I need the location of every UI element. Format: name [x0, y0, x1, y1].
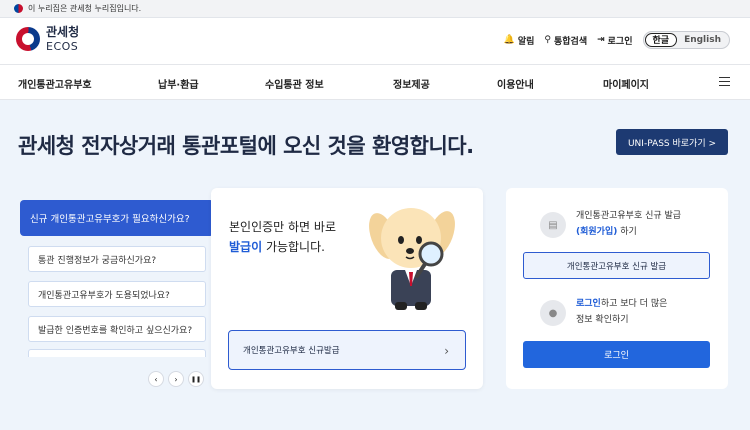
notifications-label: 알림: [517, 36, 535, 47]
new-customs-code-issue-label: 개인통관고유부호 신규발급: [243, 346, 340, 356]
nav-item-information[interactable]: 정보제공: [393, 76, 430, 91]
login-prompt-line1: 로그인하고 보다 더 많은: [576, 296, 667, 312]
issue-signup-text: 개인통관고유부호 신규 발급 (회원가입) 하기: [576, 208, 681, 240]
login-icon: ⇥: [597, 35, 605, 45]
faq-list: 통관 진행정보가 궁금하신가요? 개인통관고유부호가 도용되었나요? 발급한 인…: [28, 246, 206, 351]
issue-signup-line2-rest: 하기: [617, 227, 637, 237]
user-avatar-icon: ●: [540, 300, 566, 326]
lang-english-button[interactable]: English: [677, 33, 728, 47]
unipass-button[interactable]: UNI-PASS 바로가기 >: [616, 129, 728, 155]
faq-item[interactable]: 발급한 인증번호를 확인하고 싶으신가요?: [28, 316, 206, 342]
quick-action-card: ▤ 개인통관고유부호 신규 발급 (회원가입) 하기 개인통관고유부호 신규 발…: [506, 188, 728, 389]
utility-menu: 🔔 알림 ⚲ 통합검색 ⇥ 로그인 한글 English: [494, 31, 730, 49]
puppy-mascot-with-magnifier-icon: [369, 208, 455, 310]
issue-card-line2: 발급이 가능합니다.: [229, 238, 325, 255]
login-link[interactable]: ⇥ 로그인: [597, 34, 632, 47]
lang-korean-button[interactable]: 한글: [644, 33, 678, 47]
new-code-issue-button[interactable]: 개인통관고유부호 신규 발급: [523, 252, 710, 279]
nav-item-import-clearance[interactable]: 수입통관 정보: [265, 76, 324, 91]
login-label: 로그인: [607, 36, 633, 47]
customs-emblem-icon: [16, 27, 40, 51]
issue-card: 본인인증만 하면 바로 발급이 가능합니다. 개인통관고유부호 신규발급 ›: [211, 188, 483, 389]
faq-active-item[interactable]: 신규 개인통관고유부호가 필요하신가요?: [20, 200, 214, 236]
site-header: 관세청 ECOS 🔔 알림 ⚲ 통합검색 ⇥ 로그인 한글 English: [0, 18, 750, 64]
chevron-right-icon: ›: [444, 344, 449, 358]
language-toggle: 한글 English: [642, 31, 730, 49]
nav-item-usage-guide[interactable]: 이용안내: [497, 76, 534, 91]
signup-link[interactable]: (회원가입): [576, 227, 617, 237]
nav-item-customs-code[interactable]: 개인통관고유부호: [18, 76, 92, 91]
site-logo[interactable]: 관세청 ECOS: [16, 26, 79, 52]
login-button[interactable]: 로그인: [523, 341, 710, 368]
login-inline-link[interactable]: 로그인: [576, 299, 601, 309]
integrated-search-link[interactable]: ⚲ 통합검색: [544, 34, 587, 47]
new-customs-code-issue-button[interactable]: 개인통관고유부호 신규발급 ›: [228, 330, 466, 370]
issue-card-line1: 본인인증만 하면 바로: [229, 220, 336, 234]
faq-item[interactable]: 통관 진행정보가 궁금하신가요?: [28, 246, 206, 272]
nav-item-mypage[interactable]: 마이페이지: [603, 76, 649, 91]
search-icon: ⚲: [544, 35, 551, 45]
login-prompt-text: 로그인하고 보다 더 많은 정보 확인하기: [576, 296, 667, 328]
integrated-search-label: 통합검색: [553, 36, 588, 47]
login-prompt-line2: 정보 확인하기: [576, 315, 629, 325]
bell-icon: 🔔: [503, 35, 515, 45]
issue-card-line2-rest: 가능합니다.: [262, 240, 325, 254]
logo-english-text: ECOS: [46, 40, 79, 53]
issue-signup-line2: (회원가입) 하기: [576, 224, 681, 240]
logo-korean-text: 관세청: [46, 25, 80, 39]
login-prompt-line1-rest: 하고 보다 더 많은: [600, 299, 668, 309]
main-navigation: 개인통관고유부호 납부·환급 수입통관 정보 정보제공 이용안내 마이페이지: [0, 64, 750, 100]
government-banner: 이 누리집은 관세청 누리집입니다.: [0, 0, 750, 18]
issue-signup-line1: 개인통관고유부호 신규 발급: [576, 211, 682, 221]
government-banner-text: 이 누리집은 관세청 누리집입니다.: [28, 4, 142, 13]
next-arrow-icon[interactable]: ›: [168, 371, 184, 387]
hero-title: 관세청 전자상거래 통관포털에 오신 것을 환영합니다.: [18, 134, 474, 158]
faq-item-partial: [28, 349, 206, 357]
notifications-link[interactable]: 🔔 알림: [504, 34, 535, 47]
hamburger-menu-icon[interactable]: [719, 77, 730, 86]
issue-card-highlight: 발급이: [229, 240, 263, 254]
nav-item-payment-refund[interactable]: 납부·환급: [158, 76, 199, 91]
pause-icon[interactable]: ❚❚: [188, 371, 204, 387]
faq-item[interactable]: 개인통관고유부호가 도용되었나요?: [28, 281, 206, 307]
faq-slider-controls: ‹ › ❚❚: [148, 371, 208, 387]
document-icon: ▤: [540, 212, 566, 238]
taegeuk-flag-icon: [14, 4, 23, 13]
prev-arrow-icon[interactable]: ‹: [148, 371, 164, 387]
